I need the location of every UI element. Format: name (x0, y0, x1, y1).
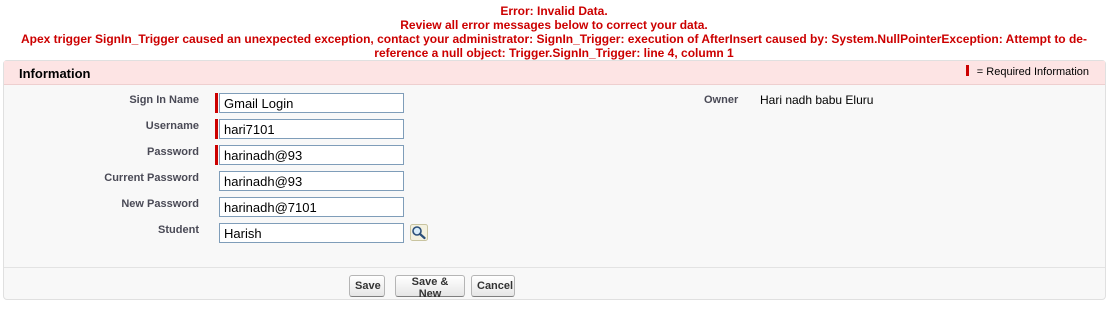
required-indicator-icon (215, 93, 218, 113)
section-title: Information (19, 66, 91, 81)
required-legend-text: = Required Information (976, 66, 1089, 78)
current-password-label: Current Password (104, 172, 199, 184)
new-password-label: New Password (121, 198, 199, 210)
password-input[interactable] (219, 145, 404, 165)
error-title: Error: Invalid Data. (500, 4, 608, 18)
lookup-magnifier-icon[interactable] (410, 224, 428, 241)
save-button[interactable]: Save (349, 275, 385, 297)
error-review: Review all error messages below to corre… (400, 18, 708, 32)
username-label: Username (145, 120, 199, 132)
sign-in-name-input[interactable] (219, 93, 404, 113)
current-password-input[interactable] (219, 171, 404, 191)
owner-value: Hari nadh babu Eluru (760, 93, 874, 107)
section-header: Information = Required Information (4, 61, 1105, 85)
password-label: Password (147, 146, 199, 158)
save-and-new-button[interactable]: Save & New (395, 275, 465, 300)
owner-label: Owner (704, 94, 739, 106)
student-label: Student (158, 224, 199, 236)
required-indicator-icon (215, 119, 218, 139)
button-divider (4, 267, 1105, 268)
username-input[interactable] (219, 119, 404, 139)
new-password-input[interactable] (219, 197, 404, 217)
sign-in-name-label: Sign In Name (129, 94, 199, 106)
required-indicator-icon (965, 65, 969, 76)
error-detail: Apex trigger SignIn_Trigger caused an un… (21, 32, 1087, 60)
student-input[interactable] (219, 223, 404, 243)
error-messages: Error: Invalid Data. Review all error me… (0, 0, 1108, 60)
required-legend: = Required Information (965, 65, 1089, 78)
required-indicator-icon (215, 145, 218, 165)
edit-form-panel: Information = Required Information Sign … (3, 60, 1106, 300)
cancel-button[interactable]: Cancel (471, 275, 515, 297)
